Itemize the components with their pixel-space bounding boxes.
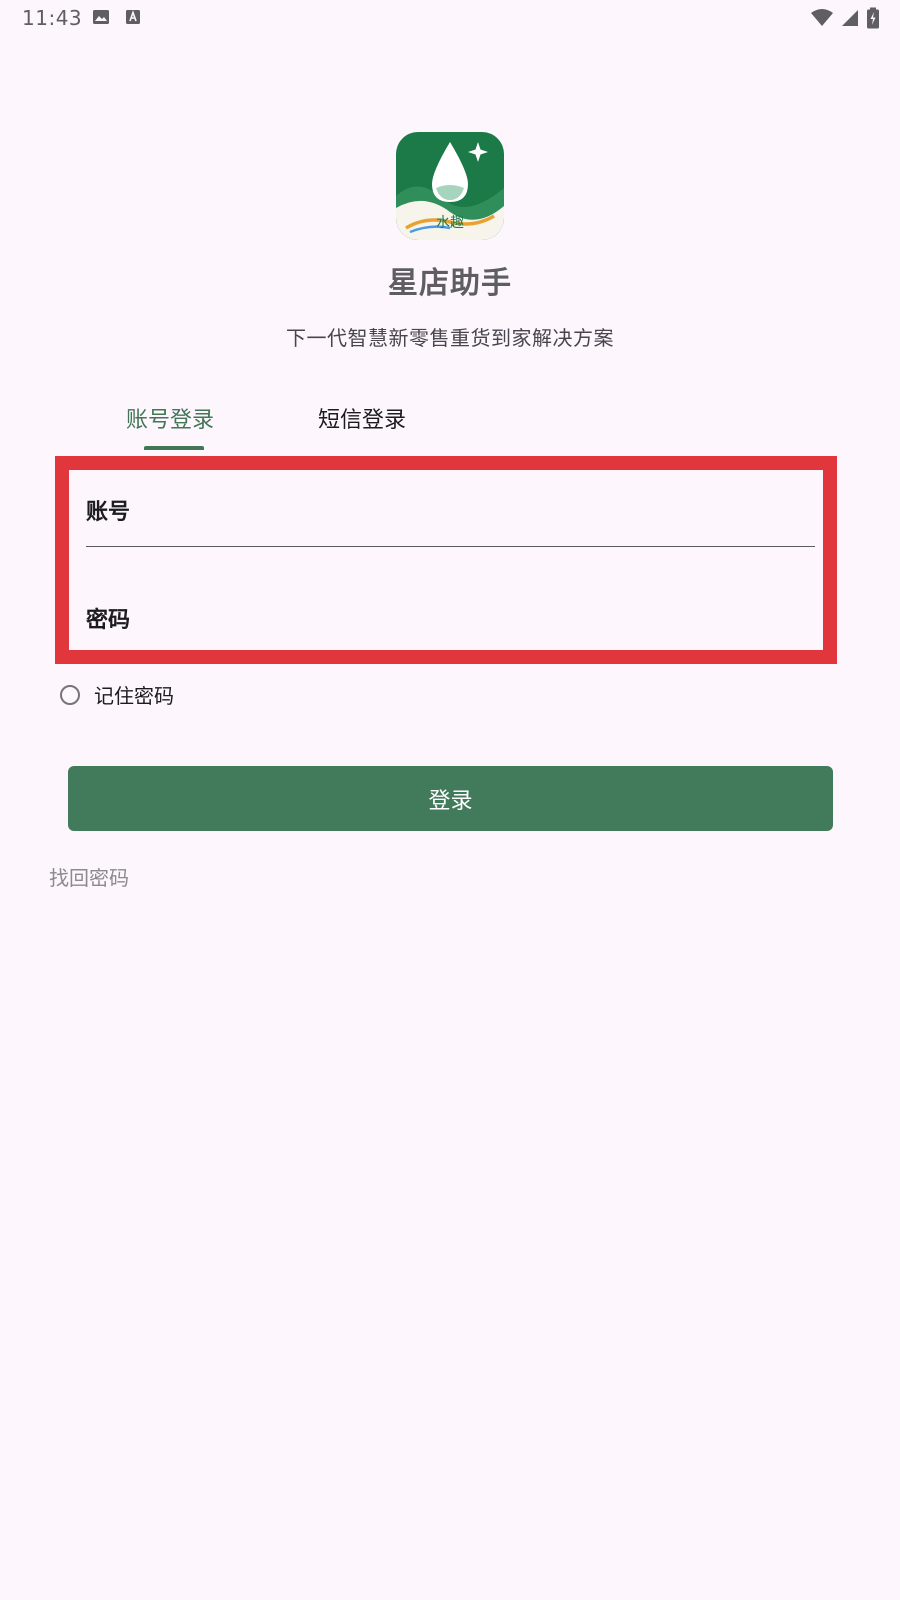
remember-password-radio[interactable] — [60, 684, 80, 705]
remember-password-row[interactable]: 记住密码 — [60, 680, 174, 709]
app-logo-icon: 水趣 — [396, 132, 504, 240]
app-subtitle: 下一代智慧新零售重货到家解决方案 — [286, 326, 614, 350]
login-button[interactable]: 登录 — [68, 766, 833, 831]
image-icon — [93, 10, 109, 24]
logo-text: 水趣 — [436, 215, 464, 231]
app-title: 星店助手 — [388, 266, 512, 301]
wifi-icon — [811, 9, 833, 26]
text-a-icon — [126, 10, 140, 24]
tab-indicator — [144, 446, 204, 450]
status-left-icons — [92, 8, 142, 26]
highlight-frame — [55, 456, 837, 664]
signal-icon — [842, 10, 858, 26]
status-time: 11:43 — [22, 6, 83, 30]
status-bar: 11:43 — [0, 0, 900, 38]
remember-password-label: 记住密码 — [94, 684, 174, 708]
recover-password-link[interactable]: 找回密码 — [49, 862, 129, 891]
tab-account-login[interactable]: 账号登录 — [126, 402, 214, 434]
tab-sms-login[interactable]: 短信登录 — [318, 402, 406, 434]
status-right-icons — [810, 7, 880, 29]
battery-charging-icon — [867, 7, 879, 29]
